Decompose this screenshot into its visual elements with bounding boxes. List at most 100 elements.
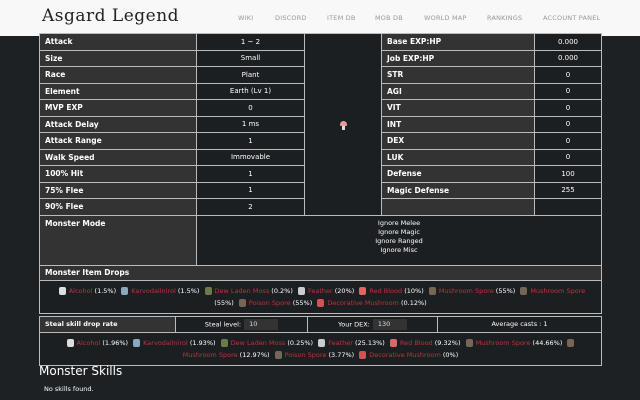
item-link[interactable]: Mushroom Spore xyxy=(476,339,531,347)
stat-value: 0 xyxy=(534,99,602,117)
item-link[interactable]: Dew Laden Moss xyxy=(231,339,286,347)
stat-label: 75% Flee xyxy=(39,181,197,199)
stat-label xyxy=(381,198,535,216)
stat-label: LUK xyxy=(381,148,535,166)
item-icon xyxy=(359,286,367,295)
stat-value: Earth (Lv 1) xyxy=(196,82,305,100)
item-icon xyxy=(389,339,397,347)
stat-label: VIT xyxy=(381,99,535,117)
mode-value: Ignore Misc xyxy=(380,246,418,255)
item-icon xyxy=(318,339,326,347)
stat-value: 1 ~ 2 xyxy=(196,33,305,51)
item-rate: (10%) xyxy=(404,286,424,295)
item-drops-list: Alcohol (1.5%) Karvodailnirol (1.5%) Dew… xyxy=(39,279,602,314)
item-link[interactable]: Alcohol xyxy=(69,287,93,295)
item-rate: (25.13%) xyxy=(354,339,385,347)
mode-value: Ignore Ranged xyxy=(375,237,423,246)
steal-label: Steal skill drop rate xyxy=(39,315,176,333)
item-rate: (1.96%) xyxy=(102,339,129,347)
nav-item-db[interactable]: ITEM DB xyxy=(327,14,356,22)
item-link[interactable]: Dew Laden Moss xyxy=(215,287,270,295)
item-link[interactable]: Mushroom Spore xyxy=(530,287,585,295)
item-icon xyxy=(317,298,325,307)
item-link[interactable]: Feather xyxy=(328,339,353,347)
item-link[interactable]: Mushroom Spore xyxy=(439,287,494,295)
item-rate: (1.5%) xyxy=(177,286,200,295)
stat-label: Base EXP:HP xyxy=(381,33,535,51)
item-icon xyxy=(238,298,246,307)
item-icon xyxy=(297,286,305,295)
monster-skills-title: Monster Skills xyxy=(39,364,123,378)
stat-label: Attack Range xyxy=(39,132,197,150)
stat-value: 0.000 xyxy=(534,49,602,67)
mode-value: Ignore Magic xyxy=(378,227,420,236)
monster-mode-values: Ignore Melee Ignore Magic Ignore Ranged … xyxy=(196,214,602,266)
nav-wiki[interactable]: WIKI xyxy=(238,14,253,22)
stat-label: Size xyxy=(39,49,197,67)
stat-value: 0 xyxy=(534,66,602,84)
steal-level-input[interactable]: 10 xyxy=(244,318,279,330)
item-icon xyxy=(121,286,129,295)
average-casts: Average casts : 1 xyxy=(437,315,602,333)
stat-label: Defense xyxy=(381,165,535,183)
steal-level-label: Steal level: xyxy=(204,320,242,329)
stat-label: Magic Defense xyxy=(381,181,535,199)
item-link[interactable]: Poison Spore xyxy=(249,299,291,307)
mode-value: Ignore Melee xyxy=(377,218,421,227)
stat-label: MVP EXP xyxy=(39,99,197,117)
item-rate: (9.32%) xyxy=(434,339,461,347)
item-link[interactable]: Karvodailnirol xyxy=(131,287,176,295)
item-rate: (3.77%) xyxy=(328,351,355,359)
stat-value: 1 xyxy=(196,165,305,183)
item-link[interactable]: Mushroom Spore xyxy=(183,351,238,359)
item-link[interactable]: Poison Spore xyxy=(285,351,327,359)
item-link[interactable]: Karvodailnirol xyxy=(143,339,188,347)
item-rate: (1.5%) xyxy=(94,286,117,295)
stat-value: 0 xyxy=(534,115,602,133)
item-icon xyxy=(58,286,66,295)
stat-label: 100% Hit xyxy=(39,165,197,183)
stat-value: 0 xyxy=(534,148,602,166)
stat-label: DEX xyxy=(381,132,535,150)
item-icon xyxy=(520,286,528,295)
item-link[interactable]: Decorative Mushroom xyxy=(327,299,399,307)
item-icon xyxy=(220,339,228,347)
nav-world-map[interactable]: WORLD MAP xyxy=(424,14,467,22)
item-rate: (44.66%) xyxy=(532,339,563,347)
stat-label: AGI xyxy=(381,82,535,100)
steal-drops-list: Alcohol (1.96%) Karvodailnirol (1.93%) D… xyxy=(39,332,602,366)
stat-value: 1 xyxy=(196,181,305,199)
stat-value: 255 xyxy=(534,181,602,199)
item-rate: (55%) xyxy=(292,298,313,307)
nav-mob-db[interactable]: MOB DB xyxy=(375,14,403,22)
item-rate: (0.25%) xyxy=(287,339,314,347)
item-icon xyxy=(66,339,74,347)
dex-input[interactable]: 130 xyxy=(372,318,407,330)
item-link[interactable]: Feather xyxy=(308,287,333,295)
stat-value: 2 xyxy=(196,198,305,216)
stat-value xyxy=(534,198,602,216)
item-rate: (55%) xyxy=(495,286,516,295)
item-icon xyxy=(465,339,473,347)
stat-label: 90% Flee xyxy=(39,198,197,216)
item-rate: (12.97%) xyxy=(239,351,270,359)
monster-mode-label: Monster Mode xyxy=(39,214,197,266)
item-rate: (1.93%) xyxy=(189,339,216,347)
item-icon xyxy=(274,351,282,359)
stat-value: 1 xyxy=(196,132,305,150)
steal-table: Steal skill drop rate Steal level: 10 You… xyxy=(39,315,602,366)
item-rate: (0.12%) xyxy=(400,298,427,307)
item-icon xyxy=(428,286,436,295)
no-skills-text: No skills found. xyxy=(44,385,94,393)
site-logo[interactable]: Asgard Legend xyxy=(42,6,179,26)
item-link[interactable]: Red Blood xyxy=(400,339,433,347)
item-link[interactable]: Decorative Mushroom xyxy=(369,351,441,359)
nav-account-panel[interactable]: ACCOUNT PANEL xyxy=(543,14,600,22)
item-link[interactable]: Red Blood xyxy=(369,287,402,295)
nav-discord[interactable]: DISCORD xyxy=(275,14,307,22)
stat-value: Plant xyxy=(196,66,305,84)
stat-value: Small xyxy=(196,49,305,67)
item-icon xyxy=(133,339,141,347)
item-link[interactable]: Alcohol xyxy=(77,339,101,347)
nav-rankings[interactable]: RANKINGS xyxy=(487,14,522,22)
